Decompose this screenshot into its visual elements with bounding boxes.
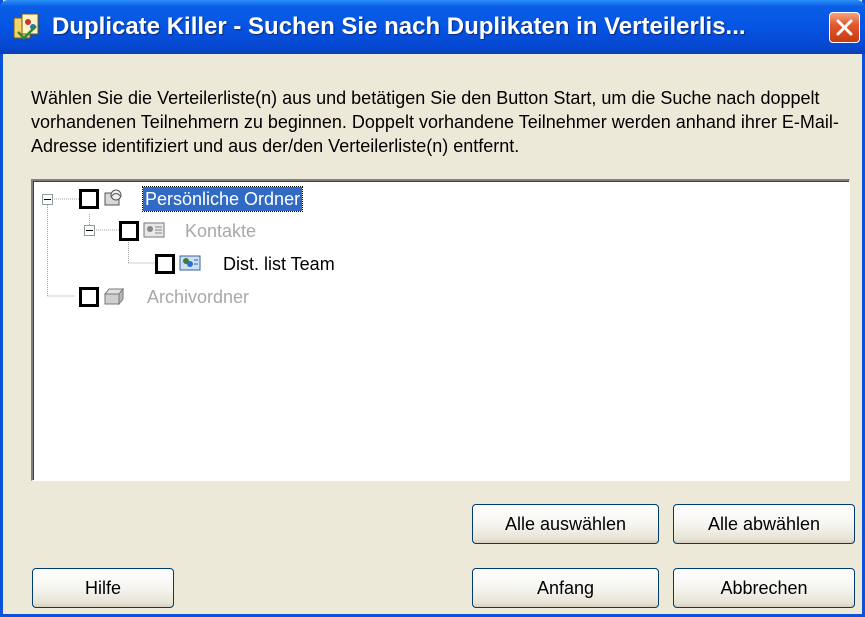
- select-all-button[interactable]: Alle auswählen: [472, 504, 659, 544]
- checkbox-contacts[interactable]: [119, 221, 139, 241]
- checkbox-personal-folders[interactable]: [79, 189, 99, 209]
- help-button[interactable]: Hilfe: [32, 568, 174, 608]
- collapse-toggle[interactable]: [42, 194, 53, 205]
- tree-node-archive[interactable]: Archivordner: [33, 284, 353, 312]
- personal-folders-icon: [103, 187, 125, 209]
- cancel-button[interactable]: Abbrechen: [673, 568, 855, 608]
- instructions-text: Wählen Sie die Verteilerliste(n) aus und…: [31, 88, 839, 156]
- archive-folder-icon: [103, 285, 125, 307]
- distribution-list-icon: [179, 252, 201, 274]
- dialog-window: Duplicate Killer - Suchen Sie nach Dupli…: [0, 0, 865, 617]
- start-button[interactable]: Anfang: [472, 568, 659, 608]
- contacts-folder-icon: [143, 219, 165, 241]
- checkbox-dist-list-team[interactable]: [155, 254, 175, 274]
- window-title: Duplicate Killer - Suchen Sie nach Dupli…: [52, 13, 746, 40]
- tree-node-label[interactable]: Kontakte: [183, 219, 258, 243]
- checkbox-archive[interactable]: [79, 287, 99, 307]
- tree-node-label[interactable]: Archivordner: [145, 285, 251, 309]
- collapse-toggle[interactable]: [84, 225, 95, 236]
- tree-node-personal-folders[interactable]: Persönliche Ordner: [33, 186, 353, 214]
- deselect-all-button[interactable]: Alle abwählen: [673, 504, 855, 544]
- tree-node-contacts[interactable]: Kontakte: [33, 218, 353, 246]
- folder-tree[interactable]: Persönliche Ordner Kontakte Dist. list T…: [31, 179, 850, 481]
- duplicate-killer-app-icon: [12, 12, 42, 42]
- tree-node-dist-list-team[interactable]: Dist. list Team: [33, 251, 373, 279]
- close-button[interactable]: [829, 12, 860, 43]
- tree-node-label[interactable]: Dist. list Team: [221, 252, 337, 276]
- title-bar[interactable]: Duplicate Killer - Suchen Sie nach Dupli…: [0, 0, 865, 54]
- tree-node-label[interactable]: Persönliche Ordner: [141, 186, 304, 212]
